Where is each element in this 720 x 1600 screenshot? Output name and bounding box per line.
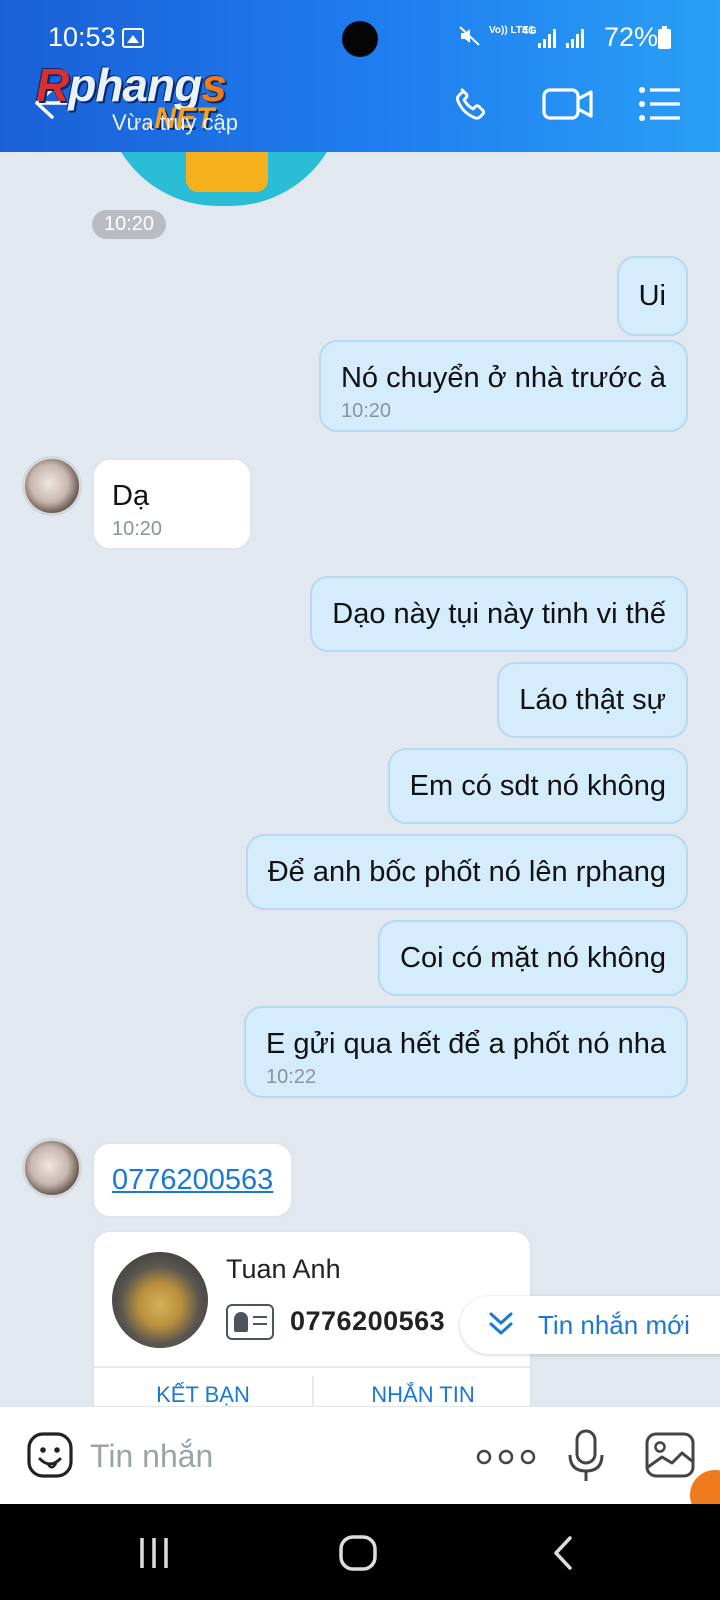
phone-number-link[interactable]: 0776200563 — [112, 1164, 273, 1196]
message-text: Coi có mặt nó không — [400, 942, 666, 974]
new-messages-button[interactable]: Tin nhắn mới — [460, 1296, 720, 1354]
mute-icon — [458, 24, 482, 54]
message-bubble-outgoing[interactable]: Em có sdt nó không — [387, 748, 688, 824]
message-text: E gửi qua hết để a phốt nó nha — [266, 1028, 666, 1060]
message-text: Dạ — [112, 480, 150, 512]
list-menu-icon[interactable] — [638, 84, 686, 124]
message-text: Láo thật sự — [519, 684, 666, 716]
battery-percent: 72% — [604, 22, 659, 52]
message-bubble-outgoing[interactable]: Ui — [616, 256, 688, 336]
message-input[interactable] — [90, 1433, 440, 1479]
status-time: 10:53 — [48, 22, 116, 52]
message-text: Em có sdt nó không — [409, 770, 666, 802]
message-bubble-incoming[interactable]: 0776200563 — [92, 1142, 294, 1218]
top-bar: 10:53 Vo)) LTE1 4G 72% Rphangs .NET Vừa … — [0, 0, 720, 152]
sticker-image[interactable] — [104, 152, 344, 206]
message-bubble-outgoing[interactable]: E gửi qua hết để a phốt nó nha 10:22 — [244, 1006, 688, 1098]
battery-icon — [658, 26, 671, 49]
message-bubble-outgoing[interactable]: Để anh bốc phốt nó lên rphang — [245, 834, 688, 910]
message-bubble-outgoing[interactable]: Dạo này tụi này tinh vi thế — [310, 576, 688, 652]
message-text: Ui — [638, 280, 666, 312]
emoji-smile-icon[interactable] — [26, 1431, 74, 1479]
message-input-bar — [0, 1406, 720, 1504]
front-camera — [342, 21, 378, 57]
time-separator: 10:20 — [92, 210, 167, 239]
signal-icon — [538, 28, 562, 48]
home-icon[interactable] — [338, 1534, 378, 1572]
divider — [94, 1366, 530, 1368]
contact-photo[interactable] — [112, 1252, 208, 1348]
message-time: 10:22 — [266, 1066, 317, 1088]
message-text: Nó chuyển ở nhà trước à — [340, 362, 666, 394]
message-bubble-outgoing[interactable]: Coi có mặt nó không — [378, 920, 688, 996]
message-time: 10:20 — [112, 518, 163, 540]
avatar[interactable] — [22, 1138, 82, 1198]
contact-card-icon — [226, 1304, 274, 1340]
signal-icon — [566, 28, 590, 48]
phone-icon[interactable] — [450, 84, 498, 124]
message-bubble-outgoing[interactable]: Láo thật sự — [497, 662, 688, 738]
gallery-notification-icon — [122, 28, 144, 48]
add-friend-button[interactable]: KẾT BẠN — [94, 1382, 312, 1406]
double-chevron-down-icon — [488, 1308, 514, 1340]
image-icon[interactable] — [644, 1431, 696, 1479]
message-bubble-incoming[interactable]: Dạ 10:20 — [92, 458, 252, 550]
more-dots-icon[interactable] — [476, 1447, 536, 1467]
chat-area[interactable]: 10:20 Ui Nó chuyển ở nhà trước à 10:20 D… — [0, 152, 720, 1406]
new-messages-label: Tin nhắn mới — [538, 1310, 690, 1340]
contact-phone: 0776200563 — [290, 1306, 446, 1336]
contact-name: Tuan Anh — [226, 1254, 341, 1284]
message-text: Để anh bốc phốt nó lên rphang — [267, 856, 666, 888]
send-message-button[interactable]: NHẮN TIN — [314, 1382, 532, 1406]
video-camera-icon[interactable] — [542, 84, 594, 124]
message-bubble-outgoing[interactable]: Nó chuyển ở nhà trước à 10:20 — [318, 340, 688, 432]
network-type: 4G — [522, 25, 537, 37]
recents-icon[interactable] — [136, 1534, 176, 1572]
system-navigation-bar — [0, 1504, 720, 1600]
microphone-icon[interactable] — [566, 1429, 606, 1483]
avatar[interactable] — [22, 456, 82, 516]
contact-status: Vừa truy cập — [112, 110, 239, 135]
message-text: Dạo này tụi này tinh vi thế — [332, 598, 666, 630]
back-chevron-icon[interactable] — [546, 1534, 586, 1572]
status-bar: 10:53 Vo)) LTE1 4G 72% — [0, 0, 720, 58]
message-time: 10:20 — [340, 400, 392, 422]
